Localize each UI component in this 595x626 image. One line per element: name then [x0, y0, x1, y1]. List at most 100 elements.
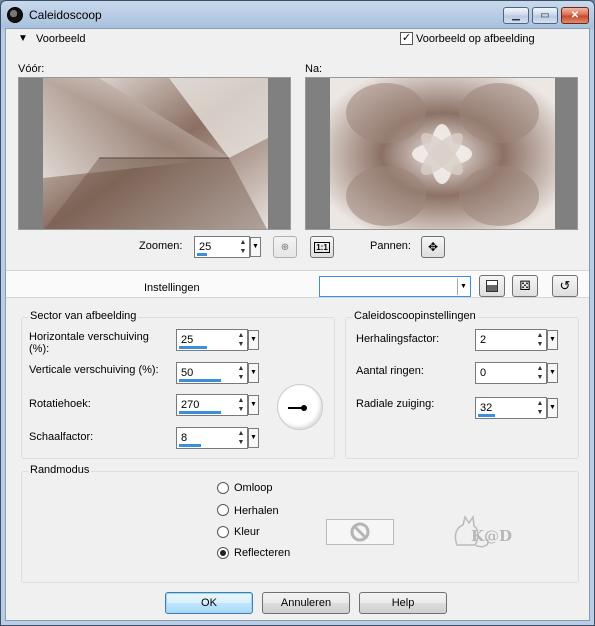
edge-mode-group-title: Randmodus — [28, 464, 92, 476]
minimize-button[interactable]: ▁ — [503, 7, 529, 24]
before-label: Vóór: — [18, 63, 45, 75]
radial-suction-value: 32 — [480, 402, 493, 414]
rotation-dial[interactable] — [277, 384, 323, 430]
before-preview-image — [19, 78, 290, 229]
chevron-down-icon[interactable]: ▼ — [248, 330, 259, 350]
ok-button[interactable]: OK — [165, 592, 253, 614]
watermark-text: K@D — [471, 527, 513, 545]
dialog-body: ▼ Voorbeeld ✓ Voorbeeld op afbeelding Vó… — [5, 28, 590, 621]
edge-option-repeat-label[interactable]: Herhalen — [234, 505, 279, 517]
edge-option-repeat-radio[interactable] — [217, 504, 229, 516]
horizontal-offset-label: Horizontale verschuiving (%): — [29, 331, 149, 355]
floppy-disk-icon — [486, 280, 498, 292]
spin-arrows-icon[interactable]: ▲ ▼ — [236, 429, 246, 447]
zoom-100-button[interactable]: 1:1 — [310, 236, 334, 258]
zoom-label: Zoomen: — [139, 240, 183, 252]
presets-dropdown[interactable]: ▼ — [319, 276, 471, 297]
randomize-button[interactable]: ⚄ — [512, 275, 538, 297]
rotation-angle-label: Rotatiehoek: — [29, 398, 91, 410]
rotation-angle-fill-bar — [179, 411, 221, 414]
cancel-button[interactable]: Annuleren — [262, 592, 350, 614]
horizontal-offset-spinner[interactable]: 25 ▲ ▼ ▼ — [176, 329, 259, 351]
chevron-down-icon[interactable]: ▼ — [250, 237, 261, 257]
save-preset-button[interactable] — [479, 275, 505, 297]
checkmark-icon: ✓ — [401, 32, 412, 44]
chevron-down-icon[interactable]: ▼ — [547, 363, 558, 383]
scale-factor-fill-bar — [179, 444, 201, 447]
preview-on-image-label[interactable]: Voorbeeld op afbeelding — [416, 33, 535, 45]
spin-arrows-icon[interactable]: ▲ ▼ — [236, 396, 246, 414]
scale-factor-label: Schaalfactor: — [29, 431, 94, 443]
after-preview[interactable] — [305, 77, 578, 230]
pan-move-icon: ✥ — [427, 240, 439, 254]
radial-suction-label: Radiale zuiging: — [356, 398, 435, 410]
radial-suction-spinner[interactable]: 32 ▲ ▼ ▼ — [475, 397, 558, 419]
edge-option-wrap-label[interactable]: Omloop — [234, 482, 273, 494]
help-button[interactable]: Help — [359, 592, 447, 614]
maximize-icon: ▭ — [540, 10, 550, 21]
title-bar: Caleidoscoop ▁ ▭ ✕ — [1, 1, 594, 29]
spin-arrows-icon[interactable]: ▲ ▼ — [238, 238, 248, 256]
scale-factor-value: 8 — [181, 432, 188, 444]
no-entry-icon — [350, 522, 370, 542]
vertical-offset-label: Verticale verschuiving (%): — [29, 364, 159, 376]
spin-arrows-icon[interactable]: ▲ ▼ — [535, 331, 545, 349]
ring-count-value: 0 — [480, 367, 487, 379]
edge-option-color-label[interactable]: Kleur — [234, 526, 260, 538]
after-label: Na: — [305, 63, 323, 75]
spin-arrows-icon[interactable]: ▲ ▼ — [236, 331, 246, 349]
edge-option-wrap-radio[interactable] — [217, 482, 229, 494]
crosshair-icon: ⊕ — [280, 241, 290, 253]
after-preview-image — [306, 78, 577, 229]
edge-option-reflect-label[interactable]: Reflecteren — [234, 547, 290, 559]
maximize-button[interactable]: ▭ — [532, 7, 558, 24]
spin-arrows-icon[interactable]: ▲ ▼ — [535, 364, 545, 382]
reset-icon: ↺ — [559, 278, 571, 293]
zoom-fit-button[interactable]: ⊕ — [273, 236, 297, 258]
zoom-spinner[interactable]: 25 ▲ ▼ ▼ — [194, 236, 261, 258]
edge-color-swatch[interactable] — [326, 519, 394, 545]
minimize-icon: ▁ — [512, 10, 520, 21]
reset-button[interactable]: ↺ — [552, 275, 578, 297]
horizontal-offset-fill-bar — [179, 346, 207, 349]
pan-button[interactable]: ✥ — [421, 236, 445, 258]
dice-icon: ⚄ — [519, 278, 531, 293]
pan-label: Pannen: — [370, 240, 411, 252]
rotation-arrow-icon — [288, 405, 307, 411]
kaleidoscope-group-title: Caleidoscoopinstellingen — [352, 310, 478, 322]
sector-group-title: Sector van afbeelding — [28, 310, 139, 322]
ring-count-spinner[interactable]: 0 ▲ ▼ ▼ — [475, 362, 558, 384]
spin-arrows-icon[interactable]: ▲ ▼ — [535, 399, 545, 417]
actual-size-icon: 1:1 — [314, 241, 330, 253]
scale-factor-spinner[interactable]: 8 ▲ ▼ ▼ — [176, 427, 259, 449]
chevron-down-icon[interactable]: ▼ — [457, 278, 469, 295]
chevron-down-icon[interactable]: ▼ — [547, 398, 558, 418]
close-button[interactable]: ✕ — [561, 7, 589, 24]
watermark-logo: K@D — [447, 505, 519, 553]
vertical-offset-fill-bar — [179, 379, 221, 382]
chevron-down-icon[interactable]: ▼ — [547, 330, 558, 350]
app-icon — [7, 7, 23, 23]
vertical-offset-spinner[interactable]: 50 ▲ ▼ ▼ — [176, 362, 259, 384]
rotation-angle-spinner[interactable]: 270 ▲ ▼ ▼ — [176, 394, 259, 416]
radial-suction-fill-bar — [478, 414, 495, 417]
spin-arrows-icon[interactable]: ▲ ▼ — [236, 364, 246, 382]
window-title: Caleidoscoop — [29, 8, 102, 22]
before-preview[interactable] — [18, 77, 291, 230]
edge-option-color-radio[interactable] — [217, 526, 229, 538]
repeat-factor-value: 2 — [480, 334, 487, 346]
collapse-triangle-icon[interactable]: ▼ — [18, 33, 28, 44]
repeat-factor-spinner[interactable]: 2 ▲ ▼ ▼ — [475, 329, 558, 351]
chevron-down-icon[interactable]: ▼ — [248, 363, 259, 383]
preview-on-image-checkbox[interactable]: ✓ — [400, 32, 413, 45]
ring-count-label: Aantal ringen: — [356, 365, 424, 377]
rotation-angle-value: 270 — [181, 399, 200, 411]
edge-option-reflect-radio[interactable] — [217, 547, 229, 559]
preview-toggle-label[interactable]: Voorbeeld — [36, 33, 86, 45]
chevron-down-icon[interactable]: ▼ — [248, 395, 259, 415]
repeat-factor-label: Herhalingsfactor: — [356, 333, 440, 345]
vertical-offset-value: 50 — [181, 367, 194, 379]
zoom-value: 25 — [199, 241, 212, 253]
chevron-down-icon[interactable]: ▼ — [248, 428, 259, 448]
close-icon: ✕ — [570, 10, 580, 21]
